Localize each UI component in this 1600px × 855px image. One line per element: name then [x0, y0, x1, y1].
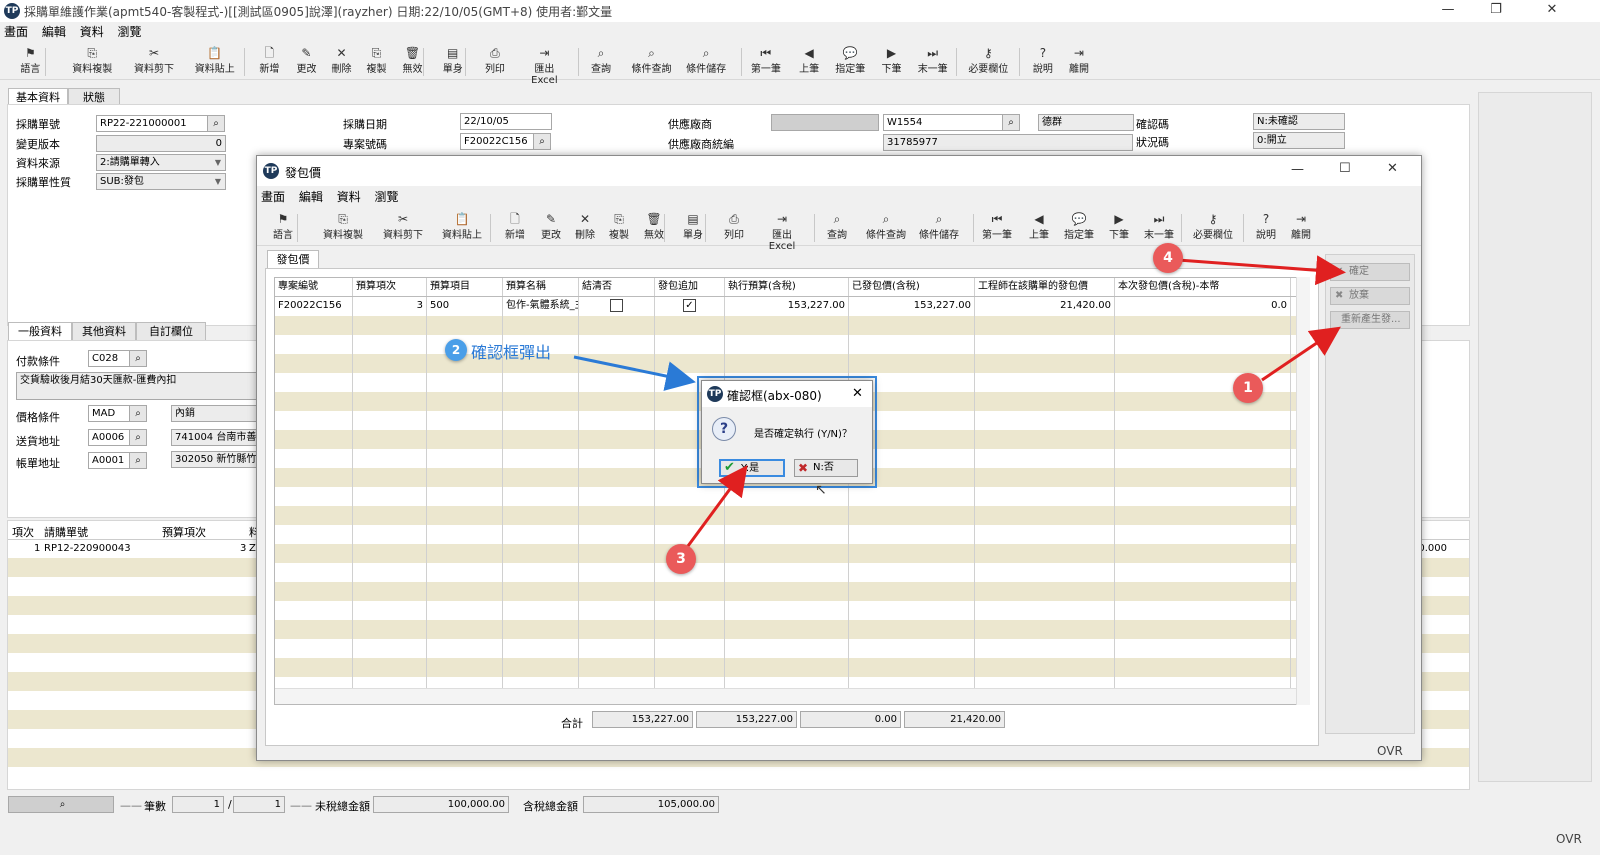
annotation-badge-2: 2 [445, 339, 467, 361]
arrow-1 [1261, 326, 1341, 382]
annotation-arrows [573, 255, 1346, 547]
annotation-badge-4: 4 [1153, 243, 1183, 273]
annotation-badge-3: 3 [666, 544, 696, 574]
arrow-3 [686, 465, 748, 547]
annotation-callout: 確認框彈出 [471, 343, 552, 362]
arrow-4 [1177, 255, 1346, 286]
arrow-2 [573, 355, 696, 391]
annotation-badge-1: 1 [1233, 373, 1263, 403]
